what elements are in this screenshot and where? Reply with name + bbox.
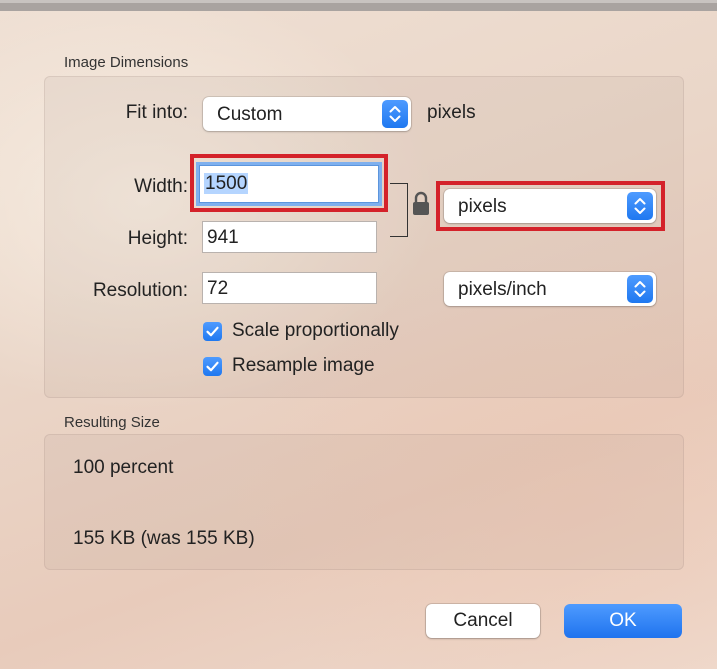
scale-proportionally-label[interactable]: Scale proportionally: [232, 320, 399, 342]
resample-image-checkbox[interactable]: [203, 357, 222, 376]
resolution-unit-popup[interactable]: pixels/inch: [444, 272, 656, 306]
width-label: Width:: [134, 176, 188, 197]
scale-proportionally-checkbox[interactable]: [203, 322, 222, 341]
resolution-value: 72: [207, 278, 229, 299]
image-dimensions-heading: Image Dimensions: [64, 54, 189, 71]
fit-into-label: Fit into:: [125, 102, 188, 123]
resolution-unit-value: pixels/inch: [458, 279, 547, 300]
size-unit-highlight-box: [436, 181, 665, 231]
resulting-percent: 100 percent: [73, 457, 174, 478]
resolution-label: Resolution:: [92, 280, 188, 301]
height-label: Height:: [127, 228, 188, 249]
checkmark-icon: [206, 326, 219, 337]
height-value: 941: [207, 227, 239, 248]
cancel-button[interactable]: Cancel: [426, 604, 540, 638]
checkmark-icon: [206, 361, 219, 372]
width-highlight-box: [190, 154, 388, 212]
constraint-bracket: [390, 183, 408, 237]
fit-into-unit-label: pixels: [427, 102, 476, 123]
chevron-up-down-icon: [627, 275, 653, 303]
window-top-highlight: [0, 0, 717, 3]
resulting-file-size: 155 KB (was 155 KB): [73, 528, 255, 549]
ok-button[interactable]: OK: [564, 604, 682, 638]
lock-icon[interactable]: [412, 191, 430, 222]
chevron-up-down-icon: [382, 100, 408, 128]
height-field[interactable]: 941: [202, 221, 377, 253]
fit-into-popup[interactable]: Custom: [203, 97, 411, 131]
fit-into-value: Custom: [217, 104, 283, 125]
resulting-size-heading: Resulting Size: [64, 414, 160, 431]
window-top-edge: [0, 0, 717, 11]
resolution-field[interactable]: 72: [202, 272, 377, 304]
resample-image-label[interactable]: Resample image: [232, 355, 375, 377]
